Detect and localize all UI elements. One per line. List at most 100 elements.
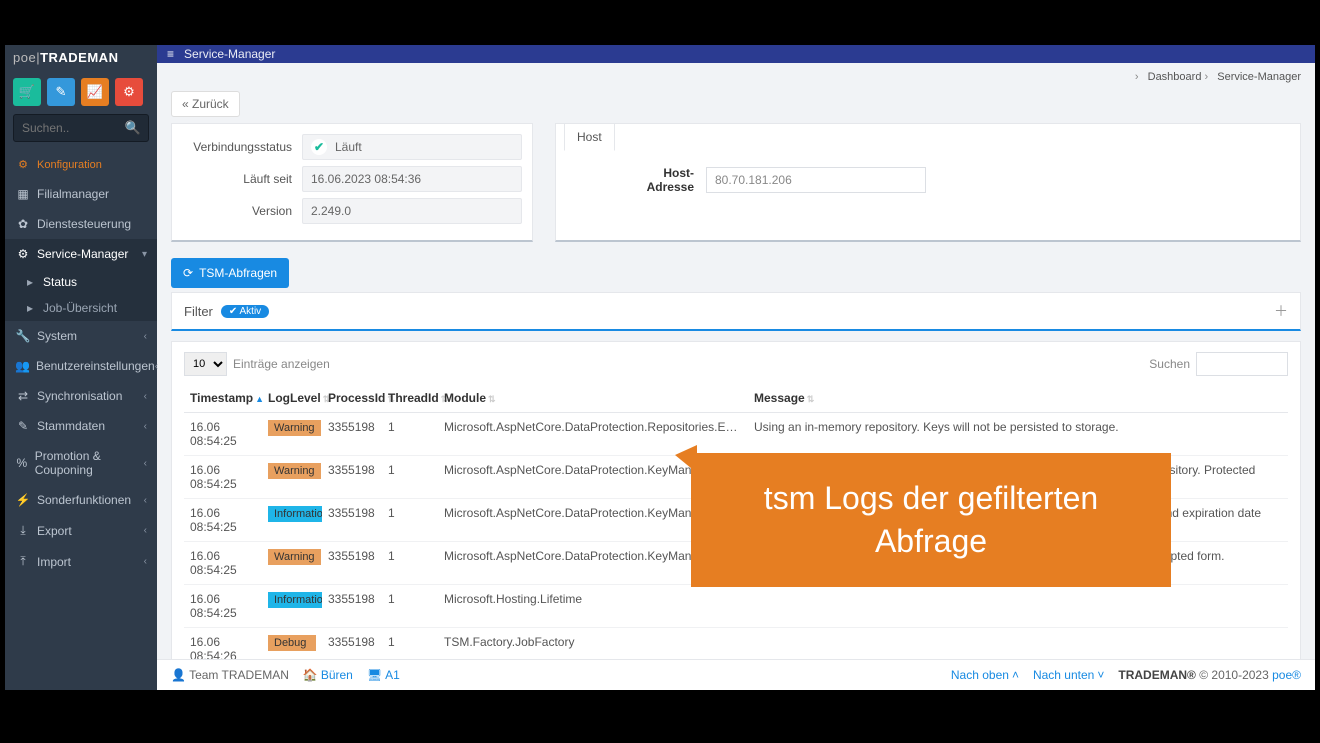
caret-icon: ▸ [27,301,39,315]
nav-label: Service-Manager [37,247,128,261]
col-timestamp[interactable]: Timestamp▲ [184,384,262,413]
host-address-input[interactable] [706,167,926,193]
nav-sonderfunktionen[interactable]: ⚡Sonderfunktionen‹ [5,485,157,515]
edit-icon[interactable]: ✎ [47,78,75,106]
nav-system[interactable]: 🔧 System ‹ [5,321,157,351]
nav-label: Promotion & Couponing [35,449,144,477]
crumb-dashboard[interactable]: Dashboard [1148,71,1202,83]
footer-location[interactable]: 🏠 Büren [303,668,353,682]
cell-timestamp: 16.06 08:54:25 [184,499,262,542]
col-message[interactable]: Message⇅ [748,384,1288,413]
nav-label: Synchronisation [37,389,122,403]
quick-actions: 🛒 ✎ 📈 ⚙ [5,70,157,114]
pencil-icon: ✎ [15,419,31,433]
cell-threadid: 1 [382,542,438,585]
page-size-select[interactable]: 10 [184,352,227,376]
status-text: Läuft [335,140,362,154]
expand-filter-icon[interactable]: ＋ [1274,301,1288,321]
cell-module: TSM.Factory.JobFactory [438,628,748,660]
scroll-bottom-button[interactable]: Nach unten ˅ [1033,668,1104,682]
footer-station[interactable]: 🖥 A1 [367,668,400,682]
breadcrumb: › Dashboard › Service-Manager [157,63,1315,91]
cell-message [748,585,1288,628]
filter-active-badge[interactable]: ✔ Aktiv [221,305,269,318]
grid-icon: ▦ [15,187,31,201]
nav-promotion[interactable]: %Promotion & Couponing‹ [5,441,157,485]
nav-section-config: ⚙Konfiguration [5,150,157,179]
tab-host[interactable]: Host [564,123,615,151]
topbar-title: Service-Manager [184,47,275,61]
cell-threadid: 1 [382,456,438,499]
back-button[interactable]: « Zurück [171,91,240,117]
scroll-top-button[interactable]: Nach oben ˄ [951,668,1019,682]
nav-label: System [37,329,77,343]
col-loglevel[interactable]: LogLevel⇅ [262,384,322,413]
nav-filialmanager[interactable]: ▦ Filialmanager [5,179,157,209]
cell-processid: 3355198 [322,585,382,628]
sidebar: poe| TRADEMAN 🛒 ✎ 📈 ⚙ 🔍 ⚙Konfiguration ▦… [5,45,157,690]
cell-processid: 3355198 [322,542,382,585]
chart-icon[interactable]: 📈 [81,78,109,106]
nav-label: Sonderfunktionen [37,493,131,507]
col-processid[interactable]: ProcessId⇅ [322,384,382,413]
search-icon[interactable]: 🔍 [125,120,141,136]
cell-loglevel: Debug [262,628,322,660]
sidebar-search[interactable]: 🔍 [13,114,149,142]
footer-team: 👤 Team TRADEMAN [171,668,289,682]
annotation-callout: tsm Logs der gefilterten Abfrage [691,453,1171,587]
cell-loglevel: Warning [262,456,322,499]
caret-icon: ▸ [27,275,39,289]
gear-icon: ✿ [15,217,31,231]
cell-loglevel: Information [262,585,322,628]
cell-timestamp: 16.06 08:54:25 [184,413,262,456]
nav-import[interactable]: ⤒Import‹ [5,546,157,577]
cell-processid: 3355198 [322,456,382,499]
nav-label: Export [37,524,72,538]
footer: 👤 Team TRADEMAN 🏠 Büren 🖥 A1 Nach oben ˄… [157,659,1315,690]
nav-label: Import [37,555,71,569]
table-row: 16.06 08:54:25Warning33551981Microsoft.A… [184,413,1288,456]
footer-copy: TRADEMAN® © 2010-2023 poe® [1118,668,1301,682]
brand-prefix: poe| [13,50,40,65]
cart-icon[interactable]: 🛒 [13,78,41,106]
cell-timestamp: 16.06 08:54:26 [184,628,262,660]
menu-icon[interactable]: ≡ [167,47,174,61]
tsm-btn-label: TSM-Abfragen [199,266,277,280]
chevron-down-icon: ▾ [142,249,147,260]
chevron-left-icon: ‹ [155,361,158,372]
cell-timestamp: 16.06 08:54:25 [184,585,262,628]
topbar: ≡ Service-Manager [157,45,1315,63]
col-module[interactable]: Module⇅ [438,384,748,413]
value-lauft-seit: 16.06.2023 08:54:36 [302,166,522,192]
wrench-icon: 🔧 [15,329,31,343]
nav-label: Filialmanager [37,187,109,201]
nav-benutzereinstellungen[interactable]: 👥Benutzereinstellungen‹ [5,351,157,381]
table-search-input[interactable] [1196,352,1288,376]
entries-label: Einträge anzeigen [233,357,330,371]
check-icon: ✔ [311,139,327,155]
chevron-left-icon: ‹ [144,391,147,402]
subnav-job-uebersicht[interactable]: ▸Job-Übersicht [5,295,157,321]
cell-timestamp: 16.06 08:54:25 [184,542,262,585]
chevron-left-icon: ‹ [144,556,147,567]
chevron-left-icon: ‹ [144,331,147,342]
main: ≡ Service-Manager › Dashboard › Service-… [157,45,1315,690]
cell-message [748,628,1288,660]
cell-loglevel: Information [262,499,322,542]
percent-icon: % [15,456,29,470]
cell-module: Microsoft.Hosting.Lifetime [438,585,748,628]
nav-dienstesteuerung[interactable]: ✿Dienstesteuerung [5,209,157,239]
users-icon: 👥 [15,359,30,373]
value-verbindungsstatus: ✔ Läuft [302,134,522,160]
share-icon[interactable]: ⚙ [115,78,143,106]
table-search-label: Suchen [1149,357,1190,371]
crumb-service-manager[interactable]: Service-Manager [1217,71,1301,83]
nav-stammdaten[interactable]: ✎Stammdaten‹ [5,411,157,441]
tsm-abfragen-button[interactable]: ⟳ TSM-Abfragen [171,258,289,288]
col-threadid[interactable]: ThreadId⇅ [382,384,438,413]
nav-export[interactable]: ⤓Export‹ [5,515,157,546]
subnav-status[interactable]: ▸Status [5,269,157,295]
nav-synchronisation[interactable]: ⇄Synchronisation‹ [5,381,157,411]
table-row: 16.06 08:54:25Information33551981Microso… [184,585,1288,628]
nav-service-manager[interactable]: ⚙Service-Manager▾ [5,239,157,269]
